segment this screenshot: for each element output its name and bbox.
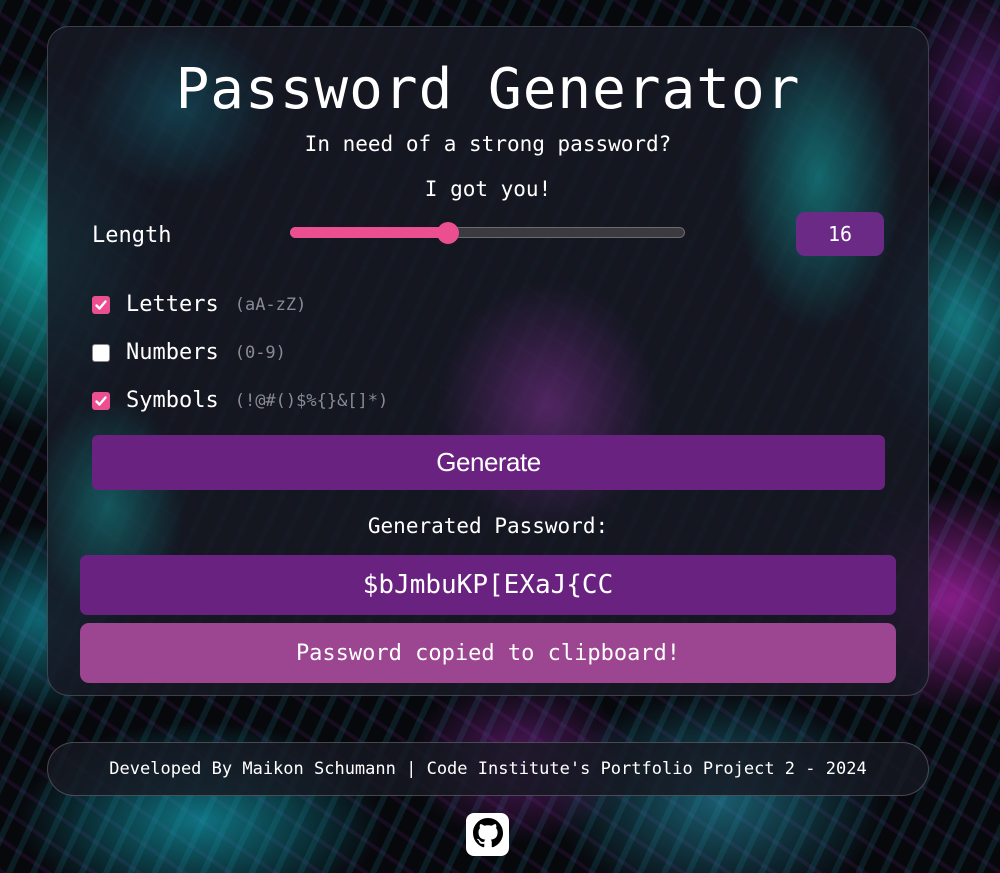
numbers-hint: (0-9) bbox=[234, 342, 286, 363]
symbols-label: Symbols bbox=[126, 388, 219, 413]
option-letters[interactable]: Letters (aA-zZ) bbox=[92, 292, 306, 317]
tagline-answer: I got you! bbox=[424, 177, 552, 201]
letters-hint: (aA-zZ) bbox=[234, 294, 307, 315]
numbers-label: Numbers bbox=[126, 340, 219, 365]
slider-thumb[interactable] bbox=[437, 222, 459, 244]
symbols-hint: (!@#()$%{}&[]*) bbox=[234, 390, 389, 411]
check-icon bbox=[95, 299, 107, 310]
generated-password-output[interactable]: $bJmbuKP[EXaJ{CC bbox=[80, 555, 896, 615]
tagline-question: In need of a strong password? bbox=[304, 132, 672, 156]
numbers-checkbox[interactable] bbox=[92, 343, 110, 362]
copied-notification: Password copied to clipboard! bbox=[80, 623, 896, 683]
github-icon bbox=[472, 817, 503, 852]
github-link[interactable] bbox=[466, 813, 509, 856]
slider-fill bbox=[290, 227, 448, 238]
letters-checkbox[interactable] bbox=[92, 295, 110, 314]
option-symbols[interactable]: Symbols (!@#()$%{}&[]*) bbox=[92, 388, 388, 413]
length-slider[interactable] bbox=[290, 222, 685, 244]
length-label: Length bbox=[92, 223, 172, 248]
footer-credits: Developed By Maikon Schumann | Code Inst… bbox=[47, 742, 929, 796]
generate-button[interactable]: Generate bbox=[92, 435, 885, 490]
option-numbers[interactable]: Numbers (0-9) bbox=[92, 340, 286, 365]
page-title: Password Generator bbox=[175, 57, 801, 122]
letters-label: Letters bbox=[126, 292, 219, 317]
check-icon bbox=[95, 395, 107, 406]
symbols-checkbox[interactable] bbox=[92, 391, 110, 410]
generator-card: Password Generator In need of a strong p… bbox=[47, 26, 929, 696]
generated-password-label: Generated Password: bbox=[367, 514, 609, 538]
length-value-display: 16 bbox=[796, 212, 884, 256]
